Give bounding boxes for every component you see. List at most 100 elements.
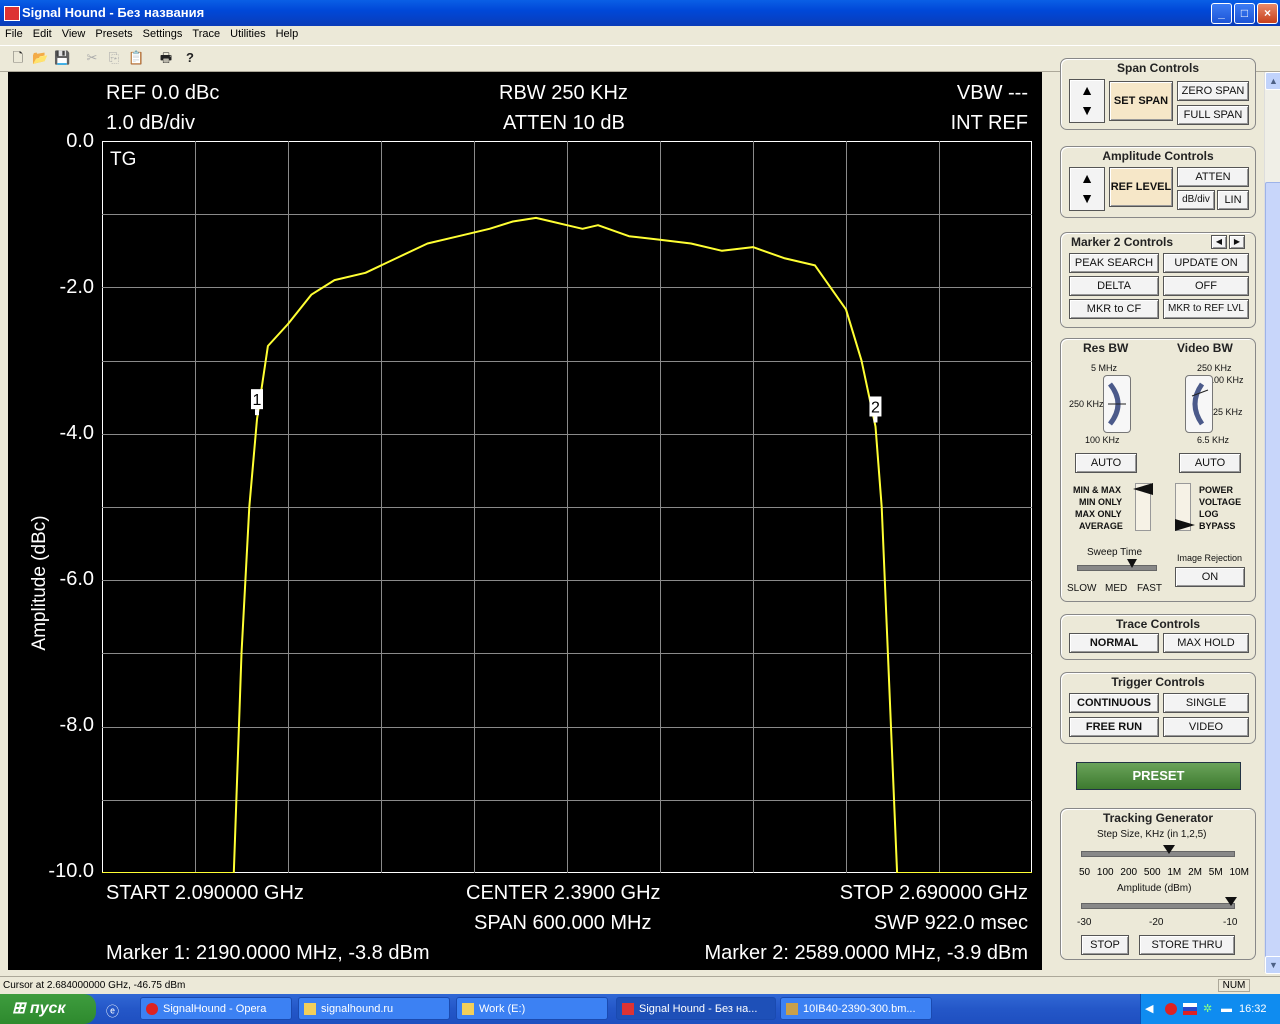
menu-help[interactable]: Help	[271, 26, 304, 40]
trace-controls-title: Trace Controls	[1115, 617, 1201, 631]
scrollbar-thumb[interactable]	[1265, 182, 1280, 964]
ref-level-label: REF 0.0 dBc	[106, 82, 220, 104]
single-button[interactable]: SINGLE	[1163, 693, 1249, 713]
detector-min-max[interactable]: MIN & MAX	[1073, 485, 1121, 495]
marker-prev-button[interactable]: ◀	[1211, 235, 1227, 249]
video-bw-auto-button[interactable]: AUTO	[1179, 453, 1241, 473]
mode-voltage[interactable]: VOLTAGE	[1199, 497, 1241, 507]
continuous-button[interactable]: CONTINUOUS	[1069, 693, 1159, 713]
task-signalhound-folder[interactable]: signalhound.ru	[298, 997, 450, 1020]
tray-back-icon[interactable]: ◀	[1145, 994, 1153, 1024]
spectrum-plot[interactable]: 1 2 TG	[102, 141, 1032, 873]
ref-level-updown-button[interactable]: ▲ ▼	[1069, 167, 1105, 211]
bandwidth-group: Res BW Video BW 5 MHz 250 KHz 100 KHz 25…	[1060, 338, 1256, 602]
sweep-slider-thumb-icon[interactable]	[1127, 559, 1137, 568]
marker-2[interactable]: 2	[869, 396, 882, 423]
video-trigger-button[interactable]: VIDEO	[1163, 717, 1249, 737]
quick-launch-ie-icon[interactable]: ⓔ	[106, 1001, 122, 1019]
scroll-up-button[interactable]: ▲	[1265, 72, 1280, 90]
task-bitmap[interactable]: 10IB40-2390-300.bm...	[780, 997, 932, 1020]
db-div-button[interactable]: dB/div	[1177, 190, 1215, 210]
menu-presets[interactable]: Presets	[90, 26, 137, 40]
step-tick: 50	[1079, 867, 1091, 878]
y-tick-label: -10.0	[48, 860, 94, 882]
marker-pin	[873, 416, 878, 423]
peak-search-button[interactable]: PEAK SEARCH	[1069, 253, 1159, 273]
menu-utilities[interactable]: Utilities	[225, 26, 270, 40]
new-file-icon[interactable]: 🗋	[10, 50, 26, 66]
close-button[interactable]: ×	[1257, 3, 1278, 24]
open-folder-icon[interactable]: 📂	[32, 50, 48, 66]
task-label: signalhound.ru	[321, 1003, 394, 1015]
mode-log[interactable]: LOG	[1199, 509, 1219, 519]
res-bw-knob[interactable]	[1103, 375, 1131, 433]
tg-stop-button[interactable]: STOP	[1081, 935, 1129, 955]
mkr-to-cf-button[interactable]: MKR to CF	[1069, 299, 1159, 319]
mode-bypass[interactable]: BYPASS	[1199, 521, 1235, 531]
menu-edit[interactable]: Edit	[28, 26, 57, 40]
step-size-label: Step Size, KHz (in 1,2,5)	[1097, 829, 1207, 840]
menu-settings[interactable]: Settings	[138, 26, 188, 40]
trace-normal-button[interactable]: NORMAL	[1069, 633, 1159, 653]
res-bw-auto-button[interactable]: AUTO	[1075, 453, 1137, 473]
menu-file[interactable]: File	[0, 26, 28, 40]
step-slider-thumb-icon[interactable]	[1163, 845, 1175, 854]
preset-button[interactable]: PRESET	[1076, 762, 1241, 790]
update-on-button[interactable]: UPDATE ON	[1163, 253, 1249, 273]
trace-controls-group: Trace Controls NORMAL MAX HOLD	[1060, 614, 1256, 660]
cut-icon[interactable]: ✂	[84, 50, 100, 66]
amp-slider-thumb-icon[interactable]	[1225, 897, 1237, 906]
paste-icon[interactable]: 📋	[128, 50, 144, 66]
video-bw-knob[interactable]	[1185, 375, 1213, 433]
full-span-button[interactable]: FULL SPAN	[1177, 105, 1249, 125]
span-updown-button[interactable]: ▲ ▼	[1069, 79, 1105, 123]
sweep-med-label: MED	[1105, 583, 1128, 594]
lin-button[interactable]: LIN	[1217, 190, 1249, 210]
tg-amplitude-slider[interactable]	[1081, 903, 1235, 909]
detector-average[interactable]: AVERAGE	[1079, 521, 1123, 531]
task-opera[interactable]: SignalHound - Opera	[140, 997, 292, 1020]
sweep-time-title: Sweep Time	[1087, 547, 1143, 558]
tray-volume-icon[interactable]: ▬	[1221, 994, 1232, 1024]
menu-trace[interactable]: Trace	[187, 26, 225, 40]
minimize-button[interactable]: _	[1211, 3, 1232, 24]
mode-pointer-icon	[1175, 519, 1195, 531]
store-thru-button[interactable]: STORE THRU	[1139, 935, 1235, 955]
tray-opera-icon[interactable]	[1165, 1003, 1177, 1015]
free-run-button[interactable]: FREE RUN	[1069, 717, 1159, 737]
task-work-drive[interactable]: Work (E:)	[456, 997, 608, 1020]
panel-scrollbar[interactable]: ▲ ▼	[1264, 72, 1280, 974]
marker-next-button[interactable]: ▶	[1229, 235, 1245, 249]
zero-span-button[interactable]: ZERO SPAN	[1177, 81, 1249, 101]
marker-1[interactable]: 1	[251, 389, 263, 416]
y-tick-label: -6.0	[59, 568, 94, 590]
delta-button[interactable]: DELTA	[1069, 276, 1159, 296]
step-size-slider[interactable]	[1081, 851, 1235, 857]
language-flag-icon[interactable]	[1183, 1003, 1197, 1015]
detector-max-only[interactable]: MAX ONLY	[1075, 509, 1122, 519]
print-icon[interactable]: 🖶	[158, 50, 174, 66]
marker-off-button[interactable]: OFF	[1163, 276, 1249, 296]
detector-min-only[interactable]: MIN ONLY	[1079, 497, 1122, 507]
max-hold-button[interactable]: MAX HOLD	[1163, 633, 1249, 653]
set-span-button[interactable]: SET SPAN	[1109, 81, 1173, 121]
scroll-down-button[interactable]: ▼	[1265, 956, 1280, 974]
image-file-icon	[786, 1003, 798, 1015]
sweep-time-slider[interactable]	[1077, 565, 1157, 571]
ref-level-button[interactable]: REF LEVEL	[1109, 167, 1173, 207]
maximize-button[interactable]: □	[1234, 3, 1255, 24]
video-bw-100khz-label: 100 KHz	[1209, 375, 1244, 385]
help-icon[interactable]: ?	[182, 50, 198, 66]
image-rejection-button[interactable]: ON	[1175, 567, 1245, 587]
atten-label: ATTEN 10 dB	[503, 112, 625, 134]
tray-network-icon[interactable]: ✲	[1203, 994, 1212, 1024]
clock: 16:32	[1239, 1003, 1267, 1015]
mode-power[interactable]: POWER	[1199, 485, 1233, 495]
atten-button[interactable]: ATTEN	[1177, 167, 1249, 187]
copy-icon[interactable]: ⎘	[106, 50, 122, 66]
save-icon[interactable]: 💾	[54, 50, 70, 66]
start-button[interactable]: ⊞ пуск	[0, 994, 96, 1024]
menu-view[interactable]: View	[57, 26, 91, 40]
mkr-to-ref-lvl-button[interactable]: MKR to REF LVL	[1163, 299, 1249, 319]
task-signal-hound[interactable]: Signal Hound - Без на...	[616, 997, 776, 1020]
